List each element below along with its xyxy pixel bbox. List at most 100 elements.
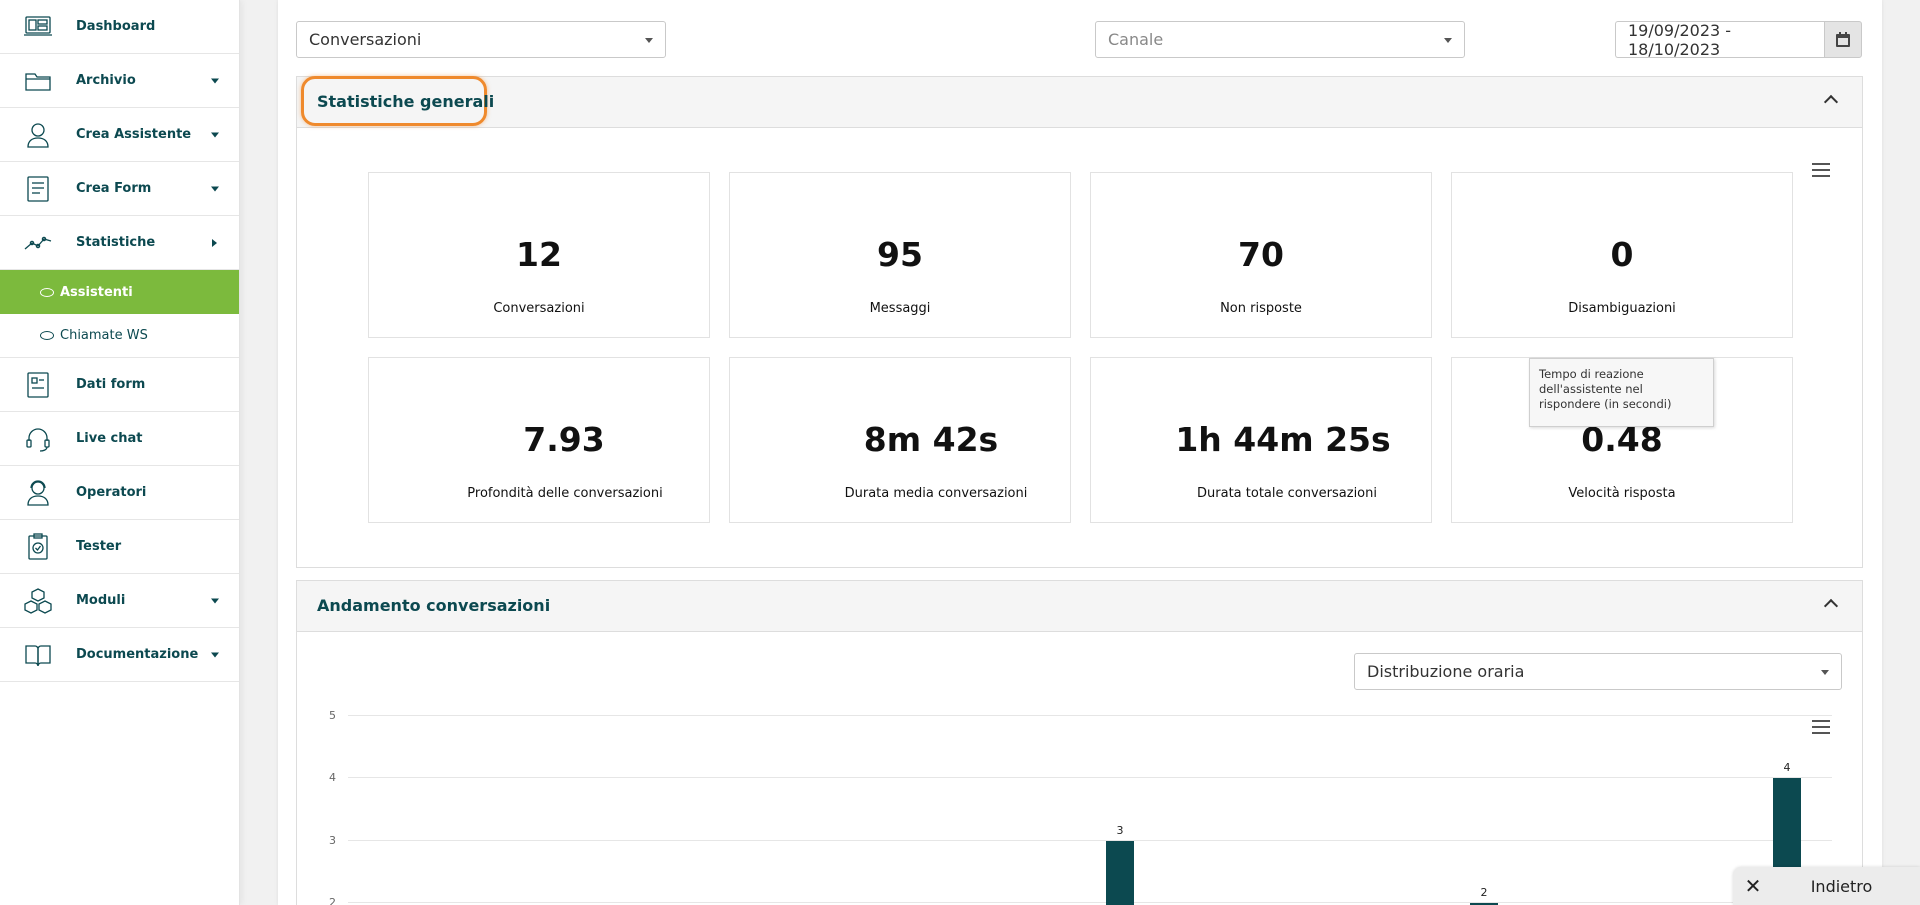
sidebar-item-operatori[interactable]: Operatori xyxy=(0,466,239,520)
stat-label: Durata media conversazioni xyxy=(844,486,1028,501)
grid-line xyxy=(348,840,1832,841)
chevron-down-icon xyxy=(211,132,219,137)
eye-icon xyxy=(40,287,54,297)
sidebar-subitem-chiamate-ws[interactable]: Chiamate WS xyxy=(0,314,239,358)
form-data-icon xyxy=(0,370,76,400)
sidebar-item-tester[interactable]: Tester xyxy=(0,520,239,574)
stat-value: 1h 44m 25s xyxy=(1175,420,1391,459)
date-range-value: 19/09/2023 - 18/10/2023 xyxy=(1628,20,1732,59)
menu-icon[interactable] xyxy=(1812,163,1830,177)
sidebar-item-label: Operatori xyxy=(76,485,147,500)
sidebar-item-crea-form[interactable]: Crea Form xyxy=(0,162,239,216)
stat-value: 0 xyxy=(1610,235,1634,274)
sidebar-subitem-label: Assistenti xyxy=(60,284,133,300)
assistant-icon xyxy=(0,120,76,150)
y-tick-label: 4 xyxy=(329,771,336,784)
type-select-value: Conversazioni xyxy=(309,30,422,49)
distribution-select-value: Distribuzione oraria xyxy=(1367,662,1525,681)
operator-icon xyxy=(0,478,76,508)
chart-data-label: 2 xyxy=(1480,886,1488,899)
sidebar-subitem-label: Chiamate WS xyxy=(60,328,148,343)
cubes-icon xyxy=(0,586,76,616)
stat-label: Messaggi xyxy=(869,301,931,316)
stat-value: 70 xyxy=(1238,235,1284,274)
sidebar-item-statistiche[interactable]: Statistiche xyxy=(0,216,239,270)
sidebar-item-dashboard[interactable]: Dashboard xyxy=(0,0,239,54)
stat-value: 7.93 xyxy=(523,420,605,459)
general-stats-title: Statistiche generali xyxy=(317,92,495,111)
chevron-down-icon xyxy=(211,598,219,603)
chart-data-label: 3 xyxy=(1116,823,1124,837)
chevron-down-icon xyxy=(645,38,653,43)
chart-line-icon xyxy=(0,228,76,258)
stat-card: 70 Non risposte xyxy=(1090,172,1432,338)
stat-label: Velocità risposta xyxy=(1568,486,1676,501)
calendar-button[interactable] xyxy=(1824,21,1862,58)
sidebar-item-label: Tester xyxy=(76,539,122,554)
date-range-input[interactable]: 19/09/2023 - 18/10/2023 xyxy=(1615,20,1825,59)
stat-label: Non risposte xyxy=(1220,301,1302,316)
sidebar-item-documentazione[interactable]: Documentazione xyxy=(0,628,239,682)
sidebar-item-label: Dati form xyxy=(76,377,146,392)
chevron-right-icon xyxy=(212,238,217,247)
clipboard-check-icon xyxy=(0,532,76,562)
channel-select-placeholder: Canale xyxy=(1108,30,1164,49)
chevron-down-icon xyxy=(211,186,219,191)
back-button[interactable]: ✕ Indietro xyxy=(1733,867,1920,905)
chevron-down-icon xyxy=(1444,38,1452,43)
stat-label: Durata totale conversazioni xyxy=(1197,486,1377,501)
sidebar-item-label: Moduli xyxy=(76,593,126,608)
trend-header[interactable]: Andamento conversazioni xyxy=(297,581,1862,632)
monitor-icon xyxy=(0,12,76,42)
y-tick-label: 3 xyxy=(329,834,336,847)
y-tick-label: 2 xyxy=(329,896,336,905)
sidebar-item-label: Crea Form xyxy=(76,181,152,196)
back-button-label: Indietro xyxy=(1810,876,1873,896)
sidebar-item-live-chat[interactable]: Live chat xyxy=(0,412,239,466)
chevron-up-icon[interactable] xyxy=(1823,94,1839,110)
chevron-down-icon xyxy=(211,78,219,83)
stat-card: 7.93 Profondità delle conversazioni xyxy=(368,357,710,523)
chart-bar[interactable] xyxy=(1106,840,1134,905)
stat-card: 0 Disambiguazioni xyxy=(1451,172,1793,338)
stat-card: 8m 42s Durata media conversazioni xyxy=(729,357,1071,523)
sidebar-item-label: Statistiche xyxy=(76,235,156,250)
sidebar-item-archivio[interactable]: Archivio xyxy=(0,54,239,108)
menu-icon[interactable] xyxy=(1812,720,1830,734)
stat-card: 95 Messaggi xyxy=(729,172,1071,338)
sidebar-item-label: Live chat xyxy=(76,431,143,446)
stat-value: 12 xyxy=(516,235,562,274)
stat-value: 95 xyxy=(877,235,923,274)
close-icon[interactable]: ✕ xyxy=(1733,874,1773,898)
general-stats-header[interactable]: Statistiche generali xyxy=(297,76,1862,128)
chevron-up-icon[interactable] xyxy=(1823,598,1839,614)
sidebar-item-label: Dashboard xyxy=(76,19,156,34)
stat-card: 1h 44m 25s Durata totale conversazioni xyxy=(1090,357,1432,523)
chart-data-label: 4 xyxy=(1783,761,1791,774)
sidebar-item-crea-assistente[interactable]: Crea Assistente xyxy=(0,108,239,162)
trend-panel: Andamento conversazioni xyxy=(296,580,1863,905)
chevron-down-icon xyxy=(211,652,219,657)
stat-label: Disambiguazioni xyxy=(1568,301,1676,316)
book-icon xyxy=(0,640,76,670)
stat-value: 8m 42s xyxy=(863,420,999,459)
y-tick-label: 5 xyxy=(329,709,336,722)
chevron-down-icon xyxy=(1821,670,1829,675)
sidebar-item-moduli[interactable]: Moduli xyxy=(0,574,239,628)
stat-label: Conversazioni xyxy=(493,301,585,316)
trend-title: Andamento conversazioni xyxy=(317,596,551,615)
stat-card: 12 Conversazioni xyxy=(368,172,710,338)
type-select[interactable]: Conversazioni xyxy=(296,21,666,58)
eye-icon xyxy=(40,331,54,340)
grid-line xyxy=(348,902,1832,903)
grid-line xyxy=(348,777,1832,778)
sidebar-item-dati-form[interactable]: Dati form xyxy=(0,358,239,412)
sidebar-subitem-assistenti[interactable]: Assistenti xyxy=(0,270,239,314)
form-icon xyxy=(0,174,76,204)
sidebar-item-label: Archivio xyxy=(76,73,136,88)
tooltip: Tempo di reazione dell'assistente nel ri… xyxy=(1529,358,1714,427)
distribution-select[interactable]: Distribuzione oraria xyxy=(1354,653,1842,690)
sidebar: Dashboard Archivio Crea Assistente Crea … xyxy=(0,0,240,905)
channel-select[interactable]: Canale xyxy=(1095,21,1465,58)
calendar-icon xyxy=(1836,32,1850,47)
